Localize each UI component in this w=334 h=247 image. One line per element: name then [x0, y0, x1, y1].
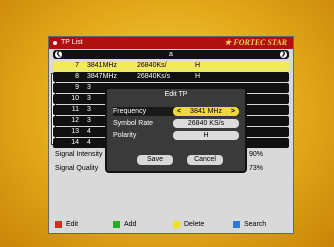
- signal-quality-value: 73%: [249, 165, 264, 172]
- list-item[interactable]: 8 3847MHz 26840Ks/s H: [53, 72, 289, 82]
- chevron-right-icon[interactable]: ❯: [280, 51, 287, 58]
- frequency-field[interactable]: < 3841 MHz >: [173, 107, 239, 116]
- chevron-left-icon[interactable]: <: [177, 107, 181, 116]
- frequency-label: Frequency: [113, 108, 147, 115]
- polarity-label: Polarity: [113, 132, 137, 139]
- list-item[interactable]: 7 3841MHz 26840Ks/H: [53, 61, 289, 71]
- add-key[interactable]: Add: [113, 221, 136, 228]
- red-key-icon: [55, 221, 62, 228]
- chevron-right-icon[interactable]: >: [231, 107, 235, 116]
- page-title: TP List: [61, 39, 83, 46]
- delete-key[interactable]: Delete: [173, 221, 204, 228]
- signal-intensity-value: 90%: [249, 151, 264, 158]
- edit-key[interactable]: Edit: [55, 221, 78, 228]
- star-icon: ★: [224, 38, 232, 47]
- frequency-row[interactable]: Frequency < 3841 MHz >: [113, 107, 239, 116]
- color-key-bar: Edit Add Delete Search: [49, 219, 293, 231]
- polarity-field[interactable]: H: [173, 131, 239, 140]
- cancel-button[interactable]: Cancel: [187, 155, 223, 165]
- yellow-key-icon: [173, 221, 180, 228]
- edit-tp-dialog: Edit TP Frequency < 3841 MHz > Symbol Ra…: [105, 87, 247, 173]
- polarity-row[interactable]: Polarity H: [113, 131, 239, 140]
- symbol-rate-field[interactable]: 26840 KS/s: [173, 119, 239, 128]
- symbol-rate-row[interactable]: Symbol Rate 26840 KS/s: [113, 119, 239, 128]
- header-bar: TP List ★ FORTEC STAR: [49, 37, 293, 49]
- symbol-rate-label: Symbol Rate: [113, 120, 154, 127]
- signal-intensity-label: Signal Intensity: [55, 151, 103, 158]
- blue-key-icon: [233, 221, 240, 228]
- dialog-title: Edit TP: [164, 91, 188, 98]
- bullet-icon: [53, 41, 57, 45]
- satellite-name: a: [169, 51, 173, 58]
- save-button[interactable]: Save: [137, 155, 173, 165]
- brand-logo: ★ FORTEC STAR: [224, 38, 287, 47]
- green-key-icon: [113, 221, 120, 228]
- chevron-left-icon[interactable]: ❮: [55, 51, 62, 58]
- signal-quality-label: Signal Quality: [55, 165, 99, 172]
- search-key[interactable]: Search: [233, 221, 266, 228]
- satellite-nav-bar[interactable]: ❮ a ❯: [53, 50, 289, 59]
